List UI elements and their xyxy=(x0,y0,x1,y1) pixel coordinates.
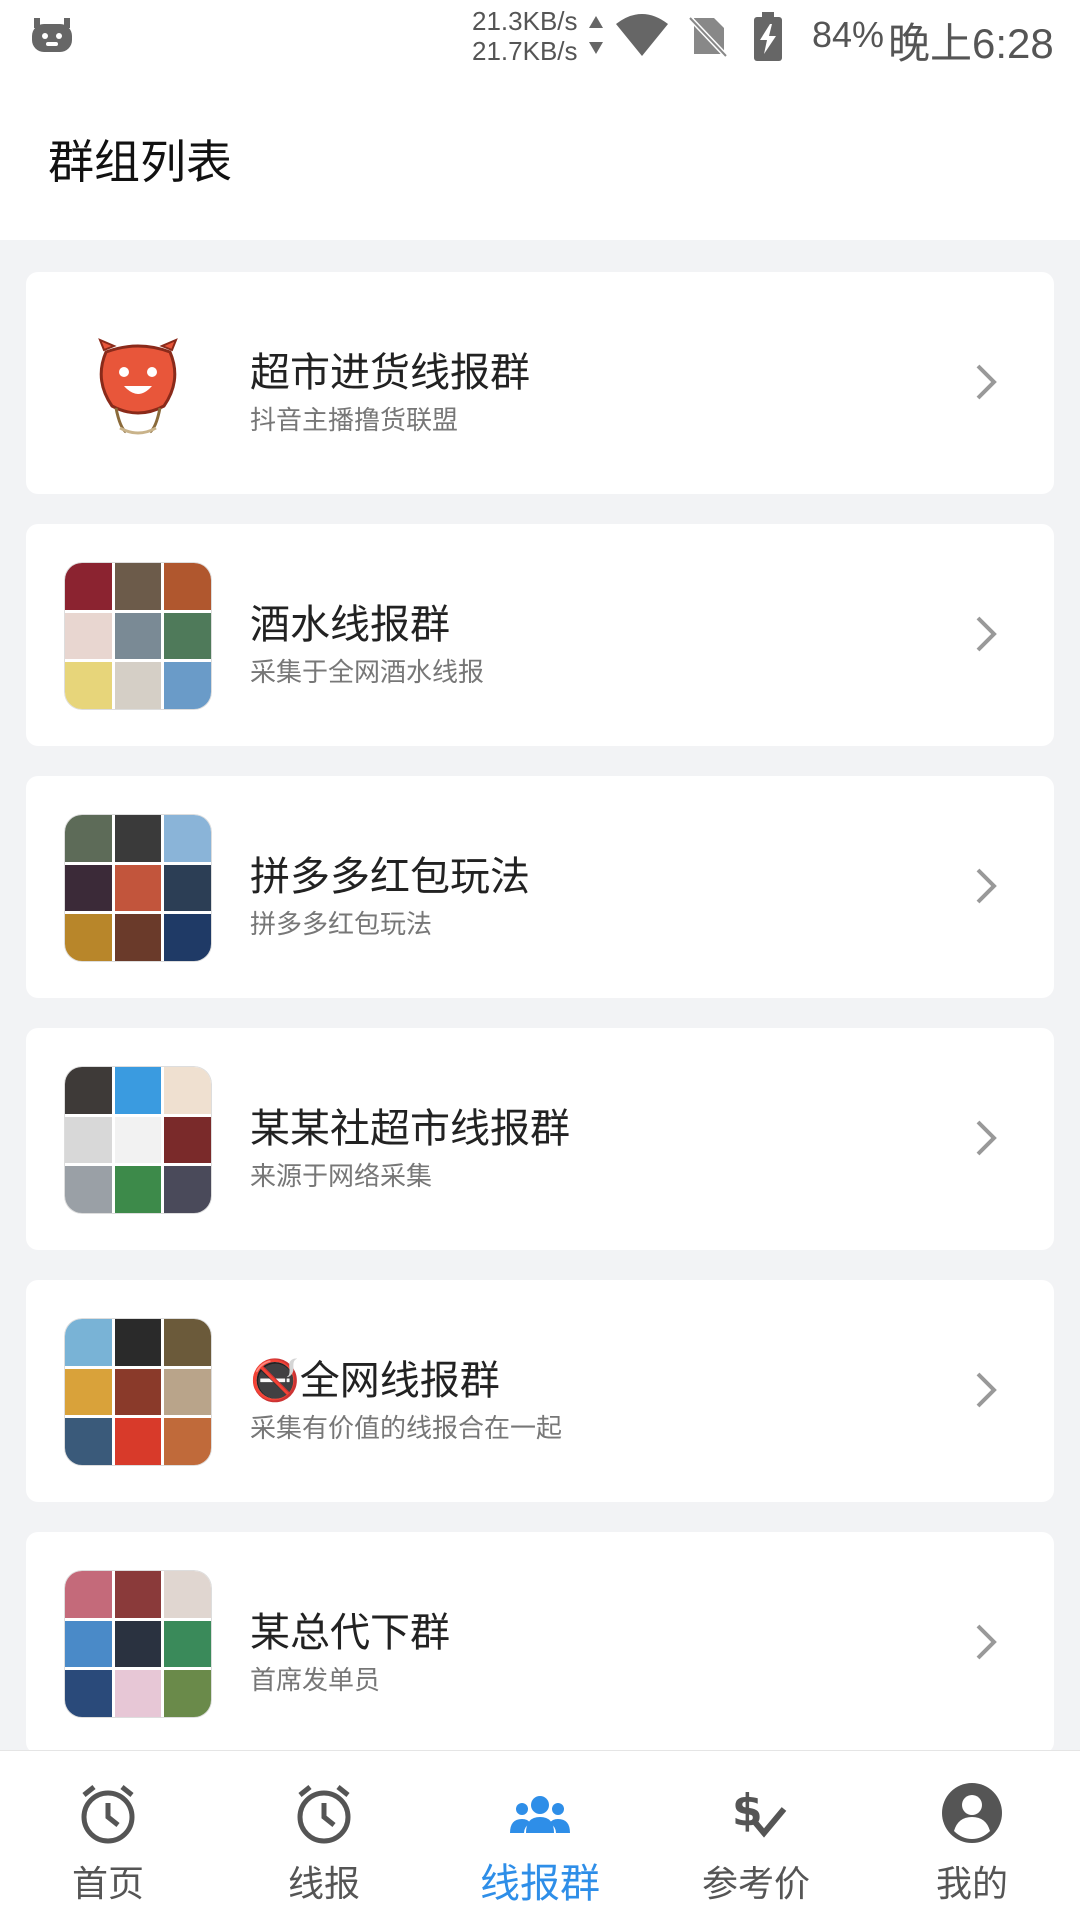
nav-label: 参考价 xyxy=(701,1864,810,1905)
account-icon xyxy=(942,1783,1002,1843)
dollar-check-icon: $ xyxy=(732,1785,787,1838)
nav-item-groups[interactable]: 线报群 xyxy=(432,1751,648,1920)
group-card[interactable]: 超市进货线报群 抖音主播撸货联盟 xyxy=(26,272,1054,494)
chevron-right-icon xyxy=(976,616,997,652)
chevron-right-icon xyxy=(976,364,997,400)
chevron-right-icon xyxy=(976,1372,997,1408)
avatar-collage xyxy=(64,814,212,962)
nav-label: 线报 xyxy=(287,1864,360,1905)
group-description: 来源于网络采集 xyxy=(250,1162,433,1192)
group-name: 某总代下群 xyxy=(250,1610,450,1656)
clock-time: 晚上6:28 xyxy=(888,20,1054,67)
bottom-nav: 首页 线报 线报群 $ 参考价 我的 xyxy=(0,1750,1080,1920)
group-description: 采集有价值的线报合在一起 xyxy=(250,1414,563,1444)
group-name: 超市进货线报群 xyxy=(250,350,530,396)
nav-label: 我的 xyxy=(935,1864,1008,1905)
speed-down: 21.7KB/s xyxy=(472,36,578,66)
chevron-right-icon xyxy=(976,1624,997,1660)
group-name: 酒水线报群 xyxy=(250,602,450,648)
watermelon-mascot-icon xyxy=(98,338,178,435)
group-description: 拼多多红包玩法 xyxy=(250,910,433,940)
nav-item-reference-price[interactable]: $ 参考价 xyxy=(648,1751,864,1920)
group-description: 抖音主播撸货联盟 xyxy=(250,406,459,436)
nav-item-home[interactable]: 首页 xyxy=(0,1751,216,1920)
nav-item-deals[interactable]: 线报 xyxy=(216,1751,432,1920)
group-card[interactable]: 🚭全网线报群 采集有价值的线报合在一起 xyxy=(26,1280,1054,1502)
battery-charging-icon xyxy=(754,12,782,61)
group-avatar xyxy=(64,1570,212,1718)
group-avatar xyxy=(64,1066,212,1214)
chevron-right-icon xyxy=(976,1120,997,1156)
group-description: 首席发单员 xyxy=(250,1666,381,1696)
group-avatar xyxy=(64,562,212,710)
chevron-right-icon xyxy=(976,868,997,904)
group-card[interactable]: 某总代下群 首席发单员 xyxy=(26,1532,1054,1754)
group-name: 某某社超市线报群 xyxy=(250,1106,570,1152)
status-bar: 21.3KB/s 21.7KB/s 84% 晚上6:28 xyxy=(0,0,1080,74)
traffic-arrows-icon xyxy=(589,16,603,54)
group-card[interactable]: 某某社超市线报群 来源于网络采集 xyxy=(26,1028,1054,1250)
alarm-clock-icon xyxy=(297,1785,351,1844)
alarm-clock-icon xyxy=(81,1785,135,1844)
group-card[interactable]: 酒水线报群 采集于全网酒水线报 xyxy=(26,524,1054,746)
avatar-collage xyxy=(64,1066,212,1214)
avatar-collage xyxy=(64,1570,212,1718)
group-icon xyxy=(510,1796,570,1833)
app-icon xyxy=(32,18,72,52)
nav-label: 首页 xyxy=(71,1864,144,1905)
nav-item-profile[interactable]: 我的 xyxy=(864,1751,1080,1920)
group-avatar xyxy=(64,1318,212,1466)
group-avatar xyxy=(64,310,212,458)
avatar-collage xyxy=(64,1318,212,1466)
no-sim-icon xyxy=(688,16,728,58)
group-card[interactable]: 拼多多红包玩法 拼多多红包玩法 xyxy=(26,776,1054,998)
avatar-collage xyxy=(64,562,212,710)
nav-label: 线报群 xyxy=(480,1861,600,1907)
speed-up: 21.3KB/s xyxy=(472,6,578,36)
group-avatar xyxy=(64,814,212,962)
group-name: 🚭全网线报群 xyxy=(250,1358,500,1404)
wifi-icon xyxy=(616,14,668,56)
page-title: 群组列表 xyxy=(48,135,232,189)
group-description: 采集于全网酒水线报 xyxy=(250,658,485,688)
battery-percent: 84% xyxy=(812,14,885,55)
group-name: 拼多多红包玩法 xyxy=(250,854,530,900)
network-speed: 21.3KB/s 21.7KB/s xyxy=(472,6,578,66)
page-header: 群组列表 xyxy=(0,74,1080,240)
